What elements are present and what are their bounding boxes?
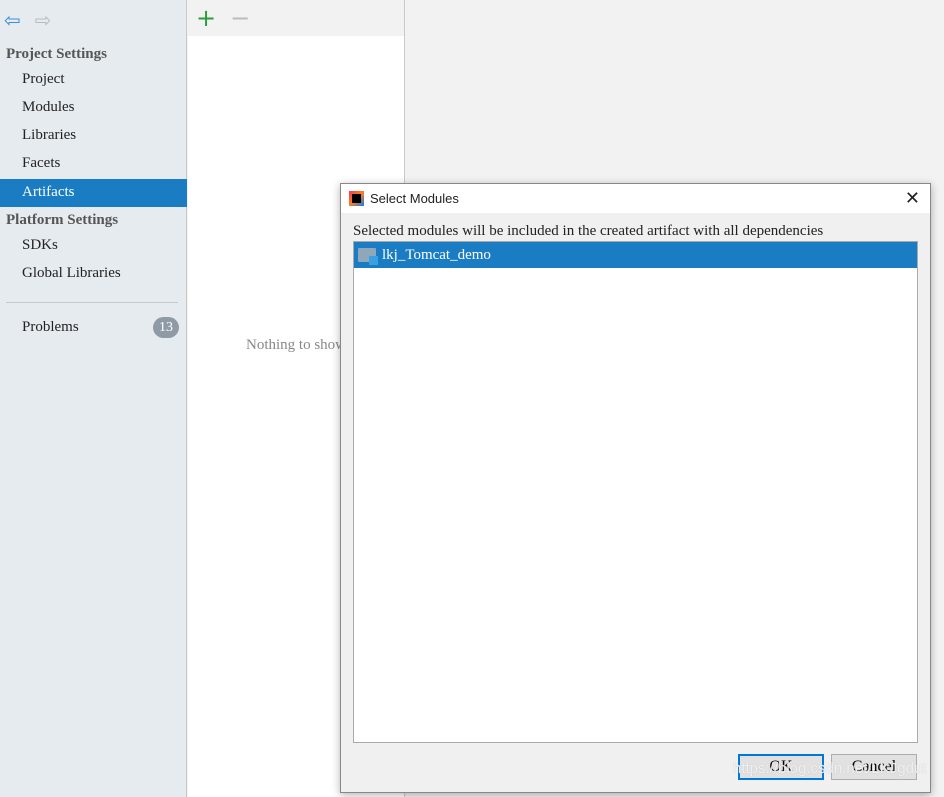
- module-folder-icon: [358, 248, 378, 265]
- list-item[interactable]: lkj_Tomcat_demo: [354, 242, 917, 268]
- forward-arrow-icon[interactable]: ⇨: [35, 8, 52, 32]
- intellij-logo-icon: [349, 191, 364, 206]
- remove-icon[interactable]: −: [230, 4, 250, 36]
- empty-text: Nothing to show: [246, 337, 347, 353]
- divider: [6, 302, 178, 303]
- sidebar-item-sdks[interactable]: SDKs: [0, 232, 187, 259]
- module-name: lkj_Tomcat_demo: [382, 246, 491, 263]
- section-project-settings: Project Settings: [6, 46, 107, 62]
- modules-list[interactable]: lkj_Tomcat_demo: [353, 241, 918, 743]
- sidebar: ⇦ ⇨ Project Settings Project Modules Lib…: [0, 0, 187, 797]
- section-platform-settings: Platform Settings: [6, 212, 119, 228]
- artifacts-toolbar: + −: [188, 0, 404, 36]
- close-icon[interactable]: ✕: [905, 188, 920, 209]
- sidebar-item-libraries[interactable]: Libraries: [0, 122, 187, 149]
- dialog-title: Select Modules: [370, 191, 459, 206]
- dialog-description: Selected modules will be included in the…: [353, 223, 824, 239]
- sidebar-item-modules[interactable]: Modules: [0, 94, 187, 121]
- select-modules-dialog: Select Modules ✕ Selected modules will b…: [340, 183, 931, 793]
- sidebar-item-problems[interactable]: Problems 13: [0, 314, 187, 341]
- back-arrow-icon[interactable]: ⇦: [4, 8, 21, 32]
- dialog-titlebar: Select Modules ✕: [341, 184, 930, 213]
- watermark: https://blog.csdn.net/LKJgdut: [733, 760, 927, 777]
- problems-label: Problems: [22, 319, 79, 335]
- sidebar-item-global-libraries[interactable]: Global Libraries: [0, 260, 187, 287]
- add-icon[interactable]: +: [196, 4, 216, 36]
- sidebar-item-project[interactable]: Project: [0, 66, 187, 93]
- sidebar-item-artifacts[interactable]: Artifacts: [0, 179, 187, 207]
- nav-buttons: ⇦ ⇨: [4, 8, 52, 32]
- sidebar-item-facets[interactable]: Facets: [0, 150, 187, 177]
- problems-count-badge: 13: [153, 317, 179, 338]
